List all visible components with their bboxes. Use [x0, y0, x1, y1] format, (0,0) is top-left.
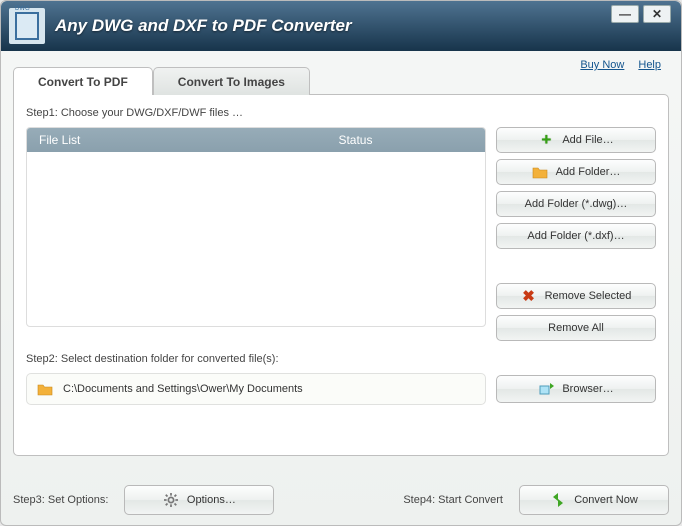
add-folder-dwg-label: Add Folder (*.dwg)… — [525, 198, 628, 210]
app-window: Any DWG and DXF to PDF Converter — ✕ Buy… — [0, 0, 682, 526]
close-button[interactable]: ✕ — [643, 5, 671, 23]
column-status: Status — [338, 133, 372, 147]
add-file-label: Add File… — [562, 134, 613, 146]
convert-now-label: Convert Now — [574, 494, 638, 506]
destination-path-text: C:\Documents and Settings\Ower\My Docume… — [63, 383, 303, 395]
file-list-header: File List Status — [27, 128, 485, 152]
add-folder-label: Add Folder… — [556, 166, 621, 178]
plus-icon: + — [538, 132, 554, 148]
options-label: Options… — [187, 494, 236, 506]
destination-path: C:\Documents and Settings\Ower\My Docume… — [26, 373, 486, 405]
tab-bar: Convert To PDF Convert To Images — [13, 67, 669, 95]
x-icon: ✖ — [521, 288, 537, 304]
browser-button[interactable]: Browser… — [496, 375, 656, 403]
step1-label: Step1: Choose your DWG/DXF/DWF files … — [26, 107, 656, 119]
browse-icon — [538, 381, 554, 397]
title-bar: Any DWG and DXF to PDF Converter — ✕ — [1, 1, 681, 51]
add-folder-dxf-label: Add Folder (*.dxf)… — [527, 230, 624, 242]
add-file-button[interactable]: + Add File… — [496, 127, 656, 153]
options-button[interactable]: Options… — [124, 485, 274, 515]
tab-convert-to-images[interactable]: Convert To Images — [153, 67, 310, 95]
add-folder-dxf-button[interactable]: Add Folder (*.dxf)… — [496, 223, 656, 249]
folder-icon — [532, 164, 548, 180]
add-folder-dwg-button[interactable]: Add Folder (*.dwg)… — [496, 191, 656, 217]
folder-open-icon — [37, 381, 53, 397]
step4-label: Step4: Start Convert — [403, 494, 503, 506]
gear-icon — [163, 492, 179, 508]
app-icon — [9, 8, 45, 44]
convert-icon — [550, 492, 566, 508]
minimize-button[interactable]: — — [611, 5, 639, 23]
step2-label: Step2: Select destination folder for con… — [26, 353, 656, 365]
tab-convert-to-pdf[interactable]: Convert To PDF — [13, 67, 153, 95]
convert-now-button[interactable]: Convert Now — [519, 485, 669, 515]
browser-label: Browser… — [562, 383, 613, 395]
column-file-list: File List — [27, 133, 338, 147]
file-list[interactable]: File List Status — [26, 127, 486, 327]
add-folder-button[interactable]: Add Folder… — [496, 159, 656, 185]
app-title: Any DWG and DXF to PDF Converter — [55, 16, 352, 36]
remove-selected-button[interactable]: ✖ Remove Selected — [496, 283, 656, 309]
remove-all-label: Remove All — [548, 322, 604, 334]
step3-label: Step3: Set Options: — [13, 494, 108, 506]
remove-selected-label: Remove Selected — [545, 290, 632, 302]
main-panel: Step1: Choose your DWG/DXF/DWF files … F… — [13, 94, 669, 456]
remove-all-button[interactable]: Remove All — [496, 315, 656, 341]
